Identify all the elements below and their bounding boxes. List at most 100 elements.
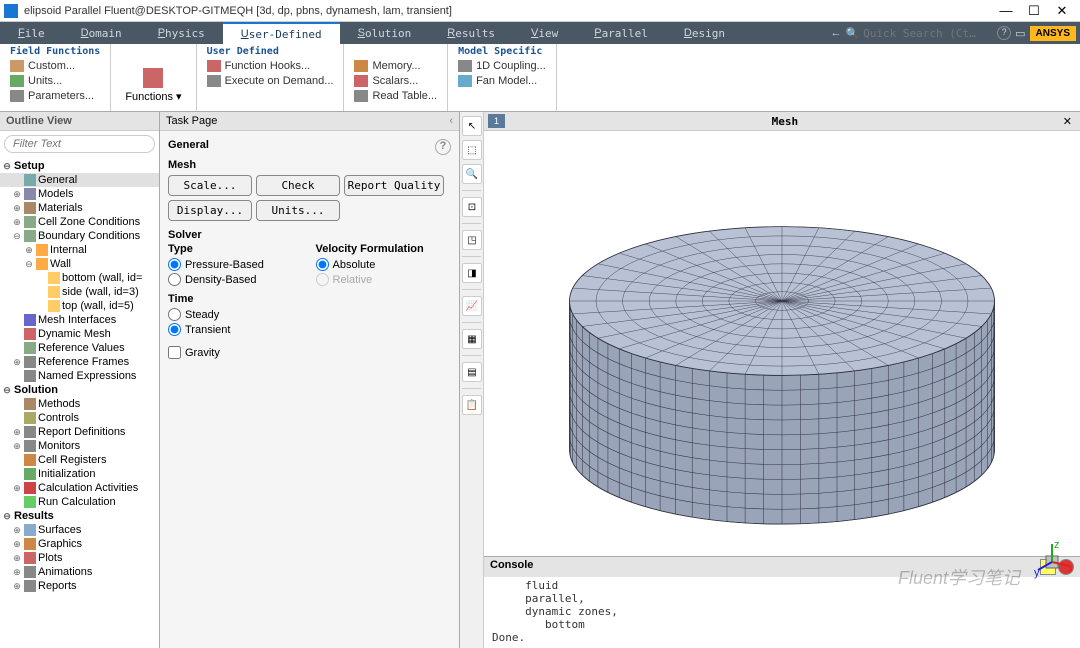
- tree-reference-values[interactable]: Reference Values: [0, 341, 159, 355]
- box-tool-icon[interactable]: ◳: [462, 230, 482, 250]
- view-tool-icon[interactable]: ▦: [462, 329, 482, 349]
- maximize-button[interactable]: ☐: [1020, 3, 1048, 19]
- check-button[interactable]: Check: [256, 175, 340, 196]
- functions-dropdown[interactable]: Functions ▾: [117, 59, 189, 111]
- tree-graphics[interactable]: ⊕Graphics: [0, 537, 159, 551]
- density-based-radio[interactable]: Density-Based: [168, 272, 304, 287]
- viewport-title: Mesh: [511, 115, 1059, 128]
- menu-results[interactable]: Results: [429, 22, 513, 44]
- tree-calculation-activities[interactable]: ⊕Calculation Activities: [0, 481, 159, 495]
- minimize-button[interactable]: —: [992, 3, 1020, 18]
- taskpage-title: Task Page: [166, 115, 217, 127]
- outline-header: Outline View: [0, 112, 159, 131]
- back-icon[interactable]: ←: [830, 27, 841, 39]
- viewport-tab[interactable]: 1: [488, 114, 505, 128]
- plot-tool-icon[interactable]: 📈: [462, 296, 482, 316]
- tree-run-calculation[interactable]: Run Calculation: [0, 495, 159, 509]
- tree-methods[interactable]: Methods: [0, 397, 159, 411]
- tree-controls[interactable]: Controls: [0, 411, 159, 425]
- menu-solution[interactable]: Solution: [340, 22, 430, 44]
- relative-radio: Relative: [316, 272, 452, 287]
- clip-tool-icon[interactable]: 📋: [462, 395, 482, 415]
- display-button[interactable]: Display...: [168, 200, 252, 221]
- tree-initialization[interactable]: Initialization: [0, 467, 159, 481]
- menu-design[interactable]: Design: [666, 22, 743, 44]
- ribbon-read-table-[interactable]: Read Table...: [350, 89, 441, 103]
- watermark: Fluent学习笔记: [898, 564, 1020, 590]
- menu-file[interactable]: File: [0, 22, 63, 44]
- taskpage-collapse-icon[interactable]: ‹: [449, 115, 453, 127]
- tree-cell-registers[interactable]: Cell Registers: [0, 453, 159, 467]
- tree-boundary-conditions[interactable]: ⊖Boundary Conditions: [0, 229, 159, 243]
- general-heading: General: [168, 139, 209, 155]
- ribbon-scalars-[interactable]: Scalars...: [350, 74, 441, 88]
- tree-results[interactable]: ⊖Results: [0, 509, 159, 523]
- tree-report-definitions[interactable]: ⊕Report Definitions: [0, 425, 159, 439]
- ribbon-1d-coupling-[interactable]: 1D Coupling...: [454, 59, 550, 73]
- menu-view[interactable]: View: [513, 22, 576, 44]
- absolute-radio[interactable]: Absolute: [316, 257, 452, 272]
- ribbon-custom-[interactable]: Custom...: [6, 59, 98, 73]
- ribbon-parameters-[interactable]: Parameters...: [6, 89, 98, 103]
- gravity-checkbox[interactable]: Gravity: [168, 345, 451, 360]
- iso-tool-icon[interactable]: ◨: [462, 263, 482, 283]
- pointer-tool-icon[interactable]: ↖: [462, 116, 482, 136]
- tree-cell-zone-conditions[interactable]: ⊕Cell Zone Conditions: [0, 215, 159, 229]
- axis-triad-icon[interactable]: xzy: [1032, 542, 1072, 582]
- viewport-close-icon[interactable]: ✕: [1059, 115, 1076, 128]
- help-button[interactable]: ?: [435, 139, 451, 155]
- close-button[interactable]: ✕: [1048, 3, 1076, 19]
- tree-reference-frames[interactable]: ⊕Reference Frames: [0, 355, 159, 369]
- select-tool-icon[interactable]: ⬚: [462, 140, 482, 160]
- layers-tool-icon[interactable]: ▤: [462, 362, 482, 382]
- ribbon-execute-on-demand-[interactable]: Execute on Demand...: [203, 74, 338, 88]
- quick-search-input[interactable]: [863, 27, 993, 40]
- type-heading: Type: [168, 243, 304, 255]
- tree-bottom-wall-id-[interactable]: bottom (wall, id=: [0, 271, 159, 285]
- tree-dynamic-mesh[interactable]: Dynamic Mesh: [0, 327, 159, 341]
- scale-button[interactable]: Scale...: [168, 175, 252, 196]
- tree-plots[interactable]: ⊕Plots: [0, 551, 159, 565]
- velocity-heading: Velocity Formulation: [316, 243, 452, 255]
- ribbon-units-[interactable]: Units...: [6, 74, 98, 88]
- tree-materials[interactable]: ⊕Materials: [0, 201, 159, 215]
- tree-setup[interactable]: ⊖Setup: [0, 159, 159, 173]
- tree-general[interactable]: General: [0, 173, 159, 187]
- ribbon-function-hooks-[interactable]: Function Hooks...: [203, 59, 338, 73]
- svg-text:z: z: [1054, 542, 1060, 551]
- fit-tool-icon[interactable]: ⊡: [462, 197, 482, 217]
- zoom-tool-icon[interactable]: 🔍: [462, 164, 482, 184]
- ribbon-group-title: Model Specific: [454, 44, 550, 59]
- ribbon-fan-model-[interactable]: Fan Model...: [454, 74, 550, 88]
- report-quality-button[interactable]: Report Quality: [344, 175, 444, 196]
- menu-domain[interactable]: Domain: [63, 22, 140, 44]
- tree-internal[interactable]: ⊕Internal: [0, 243, 159, 257]
- help-icon[interactable]: ?: [997, 26, 1011, 40]
- tree-surfaces[interactable]: ⊕Surfaces: [0, 523, 159, 537]
- tree-top-wall-id-5-[interactable]: top (wall, id=5): [0, 299, 159, 313]
- ribbon-memory-[interactable]: Memory...: [350, 59, 441, 73]
- tree-named-expressions[interactable]: Named Expressions: [0, 369, 159, 383]
- tree-mesh-interfaces[interactable]: Mesh Interfaces: [0, 313, 159, 327]
- tree-animations[interactable]: ⊕Animations: [0, 565, 159, 579]
- transient-radio[interactable]: Transient: [168, 322, 451, 337]
- svg-text:x: x: [1068, 563, 1072, 575]
- tree-reports[interactable]: ⊕Reports: [0, 579, 159, 593]
- steady-radio[interactable]: Steady: [168, 307, 451, 322]
- tree-monitors[interactable]: ⊕Monitors: [0, 439, 159, 453]
- tree-side-wall-id-3-[interactable]: side (wall, id=3): [0, 285, 159, 299]
- pressure-based-radio[interactable]: Pressure-Based: [168, 257, 304, 272]
- menu-user-defined[interactable]: User-Defined: [223, 22, 340, 44]
- settings-icon[interactable]: ▭: [1015, 27, 1025, 40]
- menu-parallel[interactable]: Parallel: [576, 22, 666, 44]
- filter-input[interactable]: [4, 135, 155, 153]
- mesh-viewport[interactable]: [484, 131, 1080, 556]
- tree-wall[interactable]: ⊖Wall: [0, 257, 159, 271]
- ansys-logo: ANSYS: [1030, 26, 1076, 41]
- tree-models[interactable]: ⊕Models: [0, 187, 159, 201]
- app-icon: [4, 4, 18, 18]
- units-button[interactable]: Units...: [256, 200, 340, 221]
- search-icon[interactable]: 🔍: [845, 27, 859, 40]
- tree-solution[interactable]: ⊖Solution: [0, 383, 159, 397]
- menu-physics[interactable]: Physics: [140, 22, 223, 44]
